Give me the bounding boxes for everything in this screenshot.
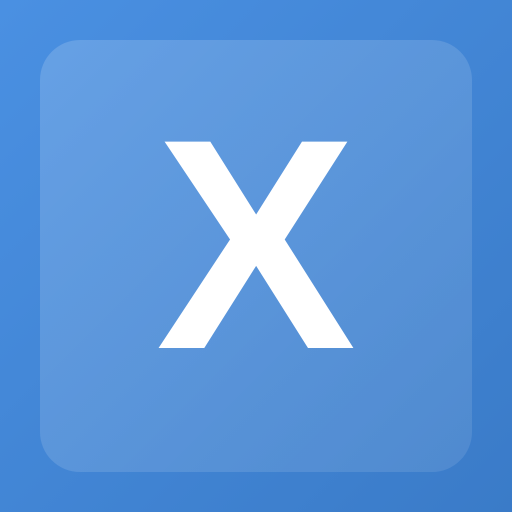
letter-x-glyph: X (155, 76, 357, 412)
app-icon: X (0, 0, 512, 512)
icon-tile: X (40, 40, 472, 472)
